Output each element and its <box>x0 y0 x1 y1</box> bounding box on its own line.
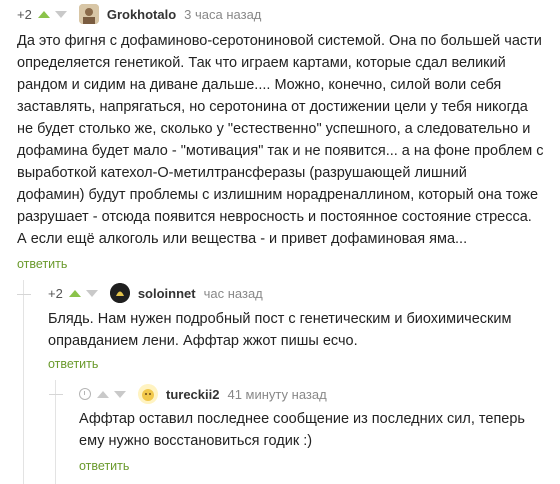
clock-icon <box>79 388 91 400</box>
username[interactable]: Grokhotalo <box>107 7 176 22</box>
comment-header: +2 soloinnet час назад <box>48 282 263 304</box>
username[interactable]: soloinnet <box>138 286 196 301</box>
comment-rating: +2 <box>48 285 63 301</box>
vote-down-icon[interactable] <box>54 10 67 18</box>
vote-up-icon[interactable] <box>97 390 109 398</box>
username[interactable]: tureckii2 <box>166 387 219 402</box>
reply-link[interactable]: ответить <box>48 357 98 371</box>
vote-down-icon[interactable] <box>85 289 98 297</box>
comment-header: +2 Grokhotalo 3 часа назад <box>17 3 261 25</box>
avatar[interactable] <box>109 283 130 303</box>
reply-link[interactable]: ответить <box>79 459 129 473</box>
thread-line[interactable] <box>23 280 24 484</box>
thread-branch <box>49 394 63 395</box>
comment-header: tureckii2 41 минуту назад <box>79 383 327 405</box>
vote-up-icon[interactable] <box>68 289 81 297</box>
thread-branch <box>17 294 31 295</box>
vote-up-icon[interactable] <box>37 10 50 18</box>
avatar[interactable] <box>78 4 99 24</box>
avatar[interactable] <box>138 384 158 404</box>
comment-text: Блядь. Нам нужен подробный пост с генети… <box>48 311 512 349</box>
vote-down-icon[interactable] <box>114 390 126 398</box>
thread-line[interactable] <box>55 380 56 484</box>
comment-time: час назад <box>203 285 263 301</box>
comment-text: Аффтар оставил последнее сообщение из по… <box>79 411 525 449</box>
reply-link[interactable]: ответить <box>17 257 67 271</box>
comment-text: Да это фигня с дофаминово-серотониновой … <box>17 33 544 247</box>
comment-time: 41 минуту назад <box>227 386 327 402</box>
comment-time: 3 часа назад <box>184 6 262 22</box>
comment-rating: +2 <box>17 6 32 22</box>
